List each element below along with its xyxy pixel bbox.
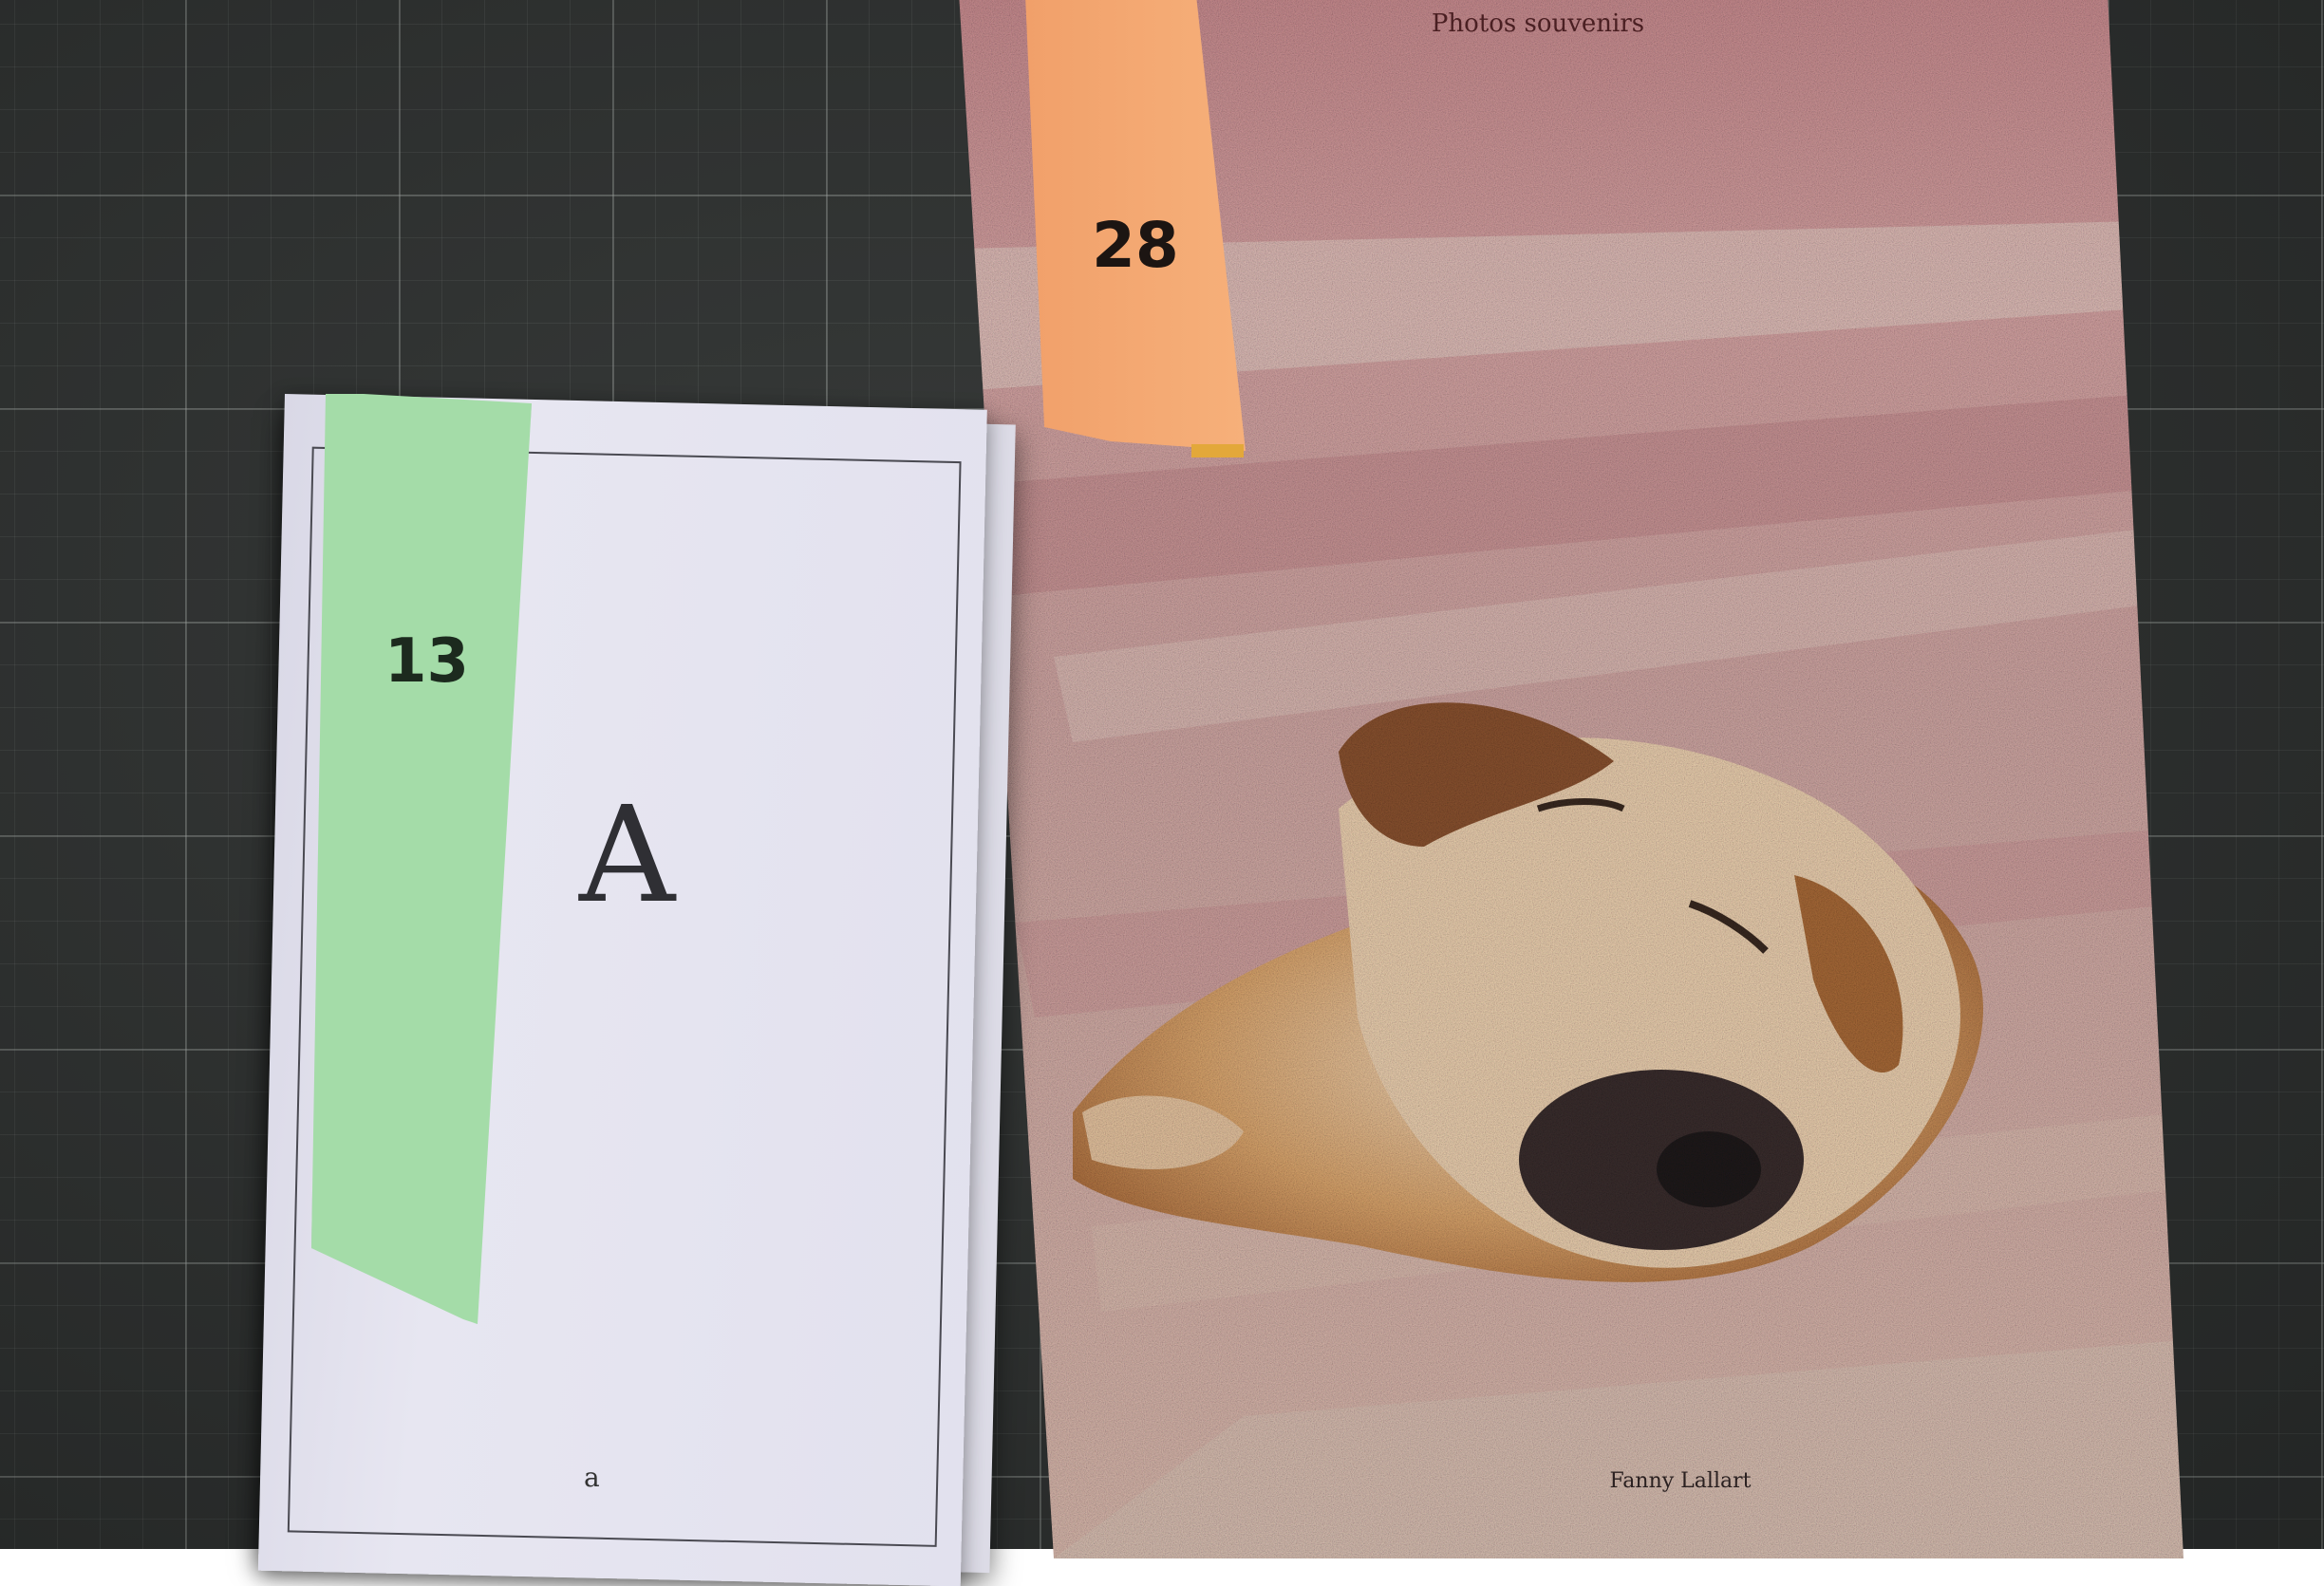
booklet-large-letter: A — [579, 778, 676, 933]
photo-book-title: Photos souvenirs — [1431, 9, 1645, 38]
orange-tab-tape — [1191, 444, 1244, 457]
orange-tab-number: 28 — [1092, 209, 1179, 282]
green-tab-number: 13 — [384, 626, 470, 697]
booklet-bottom-letter: a — [584, 1462, 600, 1493]
photo-book-author: Fanny Lallart — [1609, 1469, 1752, 1493]
